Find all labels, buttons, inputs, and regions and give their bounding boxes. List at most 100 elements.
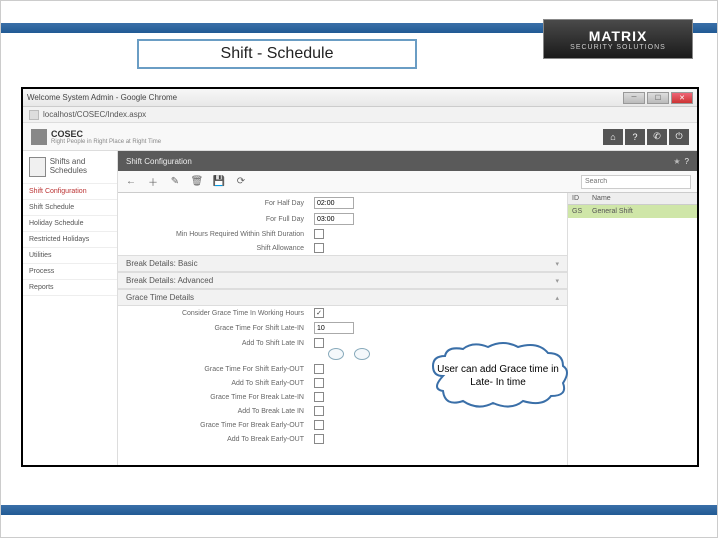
slide: MATRIX SECURITY SOLUTIONS Shift - Schedu… xyxy=(0,0,718,538)
screenshot-frame: Welcome System Admin - Google Chrome ─ ☐… xyxy=(21,87,699,467)
main-body: For Half Day For Full Day Min Hours Requ… xyxy=(118,193,697,467)
window-buttons: ─ ☐ ✕ xyxy=(623,92,693,104)
toolbar: ← ＋ ✎ 🗑 💾 ⟳ xyxy=(118,171,697,193)
logo-main-text: MATRIX xyxy=(589,28,648,44)
check-add-break-early-out[interactable] xyxy=(314,434,324,444)
save-icon[interactable]: 💾 xyxy=(212,175,226,189)
help-icon[interactable]: ? xyxy=(625,129,645,145)
row-half-day: For Half Day xyxy=(118,195,567,211)
list-row-id: GS xyxy=(572,208,592,215)
app-tagline: Right People in Right Place at Right Tim… xyxy=(51,139,161,145)
list-col-id: ID xyxy=(572,195,592,202)
sidebar-item-utilities[interactable]: Utilities xyxy=(23,248,117,264)
matrix-logo: MATRIX SECURITY SOLUTIONS xyxy=(543,19,693,59)
main-titlebar: Shift Configuration ★ ? xyxy=(118,151,697,171)
check-break-early-out[interactable] xyxy=(314,420,324,430)
slide-title-box: Shift - Schedule xyxy=(137,39,417,69)
row-add-break-early-out: Add To Break Early-OUT xyxy=(118,432,567,446)
search-input[interactable] xyxy=(581,175,691,189)
section-grace[interactable]: Grace Time Details ▴ xyxy=(118,289,567,306)
list-col-name: Name xyxy=(592,195,611,202)
label-add-break-late-in: Add To Break Late IN xyxy=(124,408,314,415)
input-full-day[interactable] xyxy=(314,213,354,225)
label-break-late-in: Grace Time For Break Late-IN xyxy=(124,394,314,401)
sidebar-item-shift-schedule[interactable]: Shift Schedule xyxy=(23,200,117,216)
input-late-in[interactable] xyxy=(314,322,354,334)
check-add-break-late-in[interactable] xyxy=(314,406,324,416)
page-title: Shift Configuration xyxy=(126,157,192,166)
check-break-late-in[interactable] xyxy=(314,392,324,402)
row-break-early-out: Grace Time For Break Early-OUT xyxy=(118,418,567,432)
app-logo-icon xyxy=(31,129,47,145)
header-icons: ⌂ ? ✆ ⏻ xyxy=(603,129,689,145)
section-break-adv[interactable]: Break Details: Advanced ▾ xyxy=(118,272,567,289)
delete-icon[interactable]: 🗑 xyxy=(190,175,204,189)
chevron-down-icon: ▾ xyxy=(555,277,559,285)
list-area: ID Name GS General Shift xyxy=(567,193,697,467)
check-early-out[interactable] xyxy=(314,364,324,374)
list-row[interactable]: GS General Shift xyxy=(568,205,697,218)
back-icon[interactable]: ← xyxy=(124,175,138,189)
sidebar-head: Shifts and Schedules xyxy=(23,151,117,184)
url-bar[interactable]: localhost/COSEC/Index.aspx xyxy=(23,107,697,123)
sidebar: Shifts and Schedules Shift Configuration… xyxy=(23,151,118,467)
row-shift-allowance: Shift Allowance xyxy=(118,241,567,255)
slide-title: Shift - Schedule xyxy=(221,45,334,63)
section-grace-label: Grace Time Details xyxy=(126,293,194,302)
check-consider-grace[interactable]: ✓ xyxy=(314,308,324,318)
sidebar-item-reports[interactable]: Reports xyxy=(23,280,117,296)
clipboard-icon xyxy=(29,157,46,177)
label-break-early-out: Grace Time For Break Early-OUT xyxy=(124,422,314,429)
label-add-break-early-out: Add To Break Early-OUT xyxy=(124,436,314,443)
main-panel: Shift Configuration ★ ? ← ＋ ✎ 🗑 💾 ⟳ xyxy=(118,151,697,467)
check-shift-allowance[interactable] xyxy=(314,243,324,253)
section-break-adv-label: Break Details: Advanced xyxy=(126,276,213,285)
label-early-out: Grace Time For Shift Early-OUT xyxy=(124,366,314,373)
callout-cloud: User can add Grace time in Late- In time xyxy=(423,341,573,411)
check-add-late-in[interactable] xyxy=(314,338,324,348)
content-area: Shifts and Schedules Shift Configuration… xyxy=(23,151,697,467)
bottom-stripe xyxy=(1,505,717,515)
label-add-early-out: Add To Shift Early-OUT xyxy=(124,380,314,387)
sidebar-item-shift-config[interactable]: Shift Configuration xyxy=(23,184,117,200)
chrome-titlebar: Welcome System Admin - Google Chrome ─ ☐… xyxy=(23,89,697,107)
section-break-basic[interactable]: Break Details: Basic ▾ xyxy=(118,255,567,272)
app-name: COSEC xyxy=(51,129,161,139)
app-text-block: COSEC Right People in Right Place at Rig… xyxy=(51,129,161,145)
title-right-icons: ★ ? xyxy=(673,157,689,166)
phone-icon[interactable]: ✆ xyxy=(647,129,667,145)
chevron-down-icon: ▾ xyxy=(555,260,559,268)
sidebar-item-holiday-schedule[interactable]: Holiday Schedule xyxy=(23,216,117,232)
add-icon[interactable]: ＋ xyxy=(146,175,160,189)
sidebar-item-process[interactable]: Process xyxy=(23,264,117,280)
power-icon[interactable]: ⏻ xyxy=(669,129,689,145)
edit-icon[interactable]: ✎ xyxy=(168,175,182,189)
star-icon[interactable]: ★ xyxy=(673,157,680,166)
chevron-up-icon: ▴ xyxy=(555,294,559,302)
sidebar-item-restricted-holidays[interactable]: Restricted Holidays xyxy=(23,232,117,248)
row-consider-grace: Consider Grace Time In Working Hours ✓ xyxy=(118,306,567,320)
label-min-hours: Min Hours Required Within Shift Duration xyxy=(124,231,314,238)
list-header: ID Name xyxy=(568,193,697,205)
label-consider-grace: Consider Grace Time In Working Hours xyxy=(124,310,314,317)
label-late-in: Grace Time For Shift Late-IN xyxy=(124,325,314,332)
label-add-late-in: Add To Shift Late IN xyxy=(124,340,314,347)
callout-text: User can add Grace time in Late- In time xyxy=(423,359,573,393)
page-icon xyxy=(29,110,39,120)
logo-sub-text: SECURITY SOLUTIONS xyxy=(570,44,666,51)
close-button[interactable]: ✕ xyxy=(671,92,693,104)
minimize-button[interactable]: ─ xyxy=(623,92,645,104)
row-late-in: Grace Time For Shift Late-IN xyxy=(118,320,567,336)
check-min-hours[interactable] xyxy=(314,229,324,239)
row-min-hours: Min Hours Required Within Shift Duration xyxy=(118,227,567,241)
refresh-icon[interactable]: ⟳ xyxy=(234,175,248,189)
label-half-day: For Half Day xyxy=(124,200,314,207)
chrome-title: Welcome System Admin - Google Chrome xyxy=(27,93,177,102)
label-shift-allowance: Shift Allowance xyxy=(124,245,314,252)
help-small-icon[interactable]: ? xyxy=(685,157,689,166)
check-add-early-out[interactable] xyxy=(314,378,324,388)
maximize-button[interactable]: ☐ xyxy=(647,92,669,104)
home-icon[interactable]: ⌂ xyxy=(603,129,623,145)
input-half-day[interactable] xyxy=(314,197,354,209)
url-text: localhost/COSEC/Index.aspx xyxy=(43,110,146,119)
